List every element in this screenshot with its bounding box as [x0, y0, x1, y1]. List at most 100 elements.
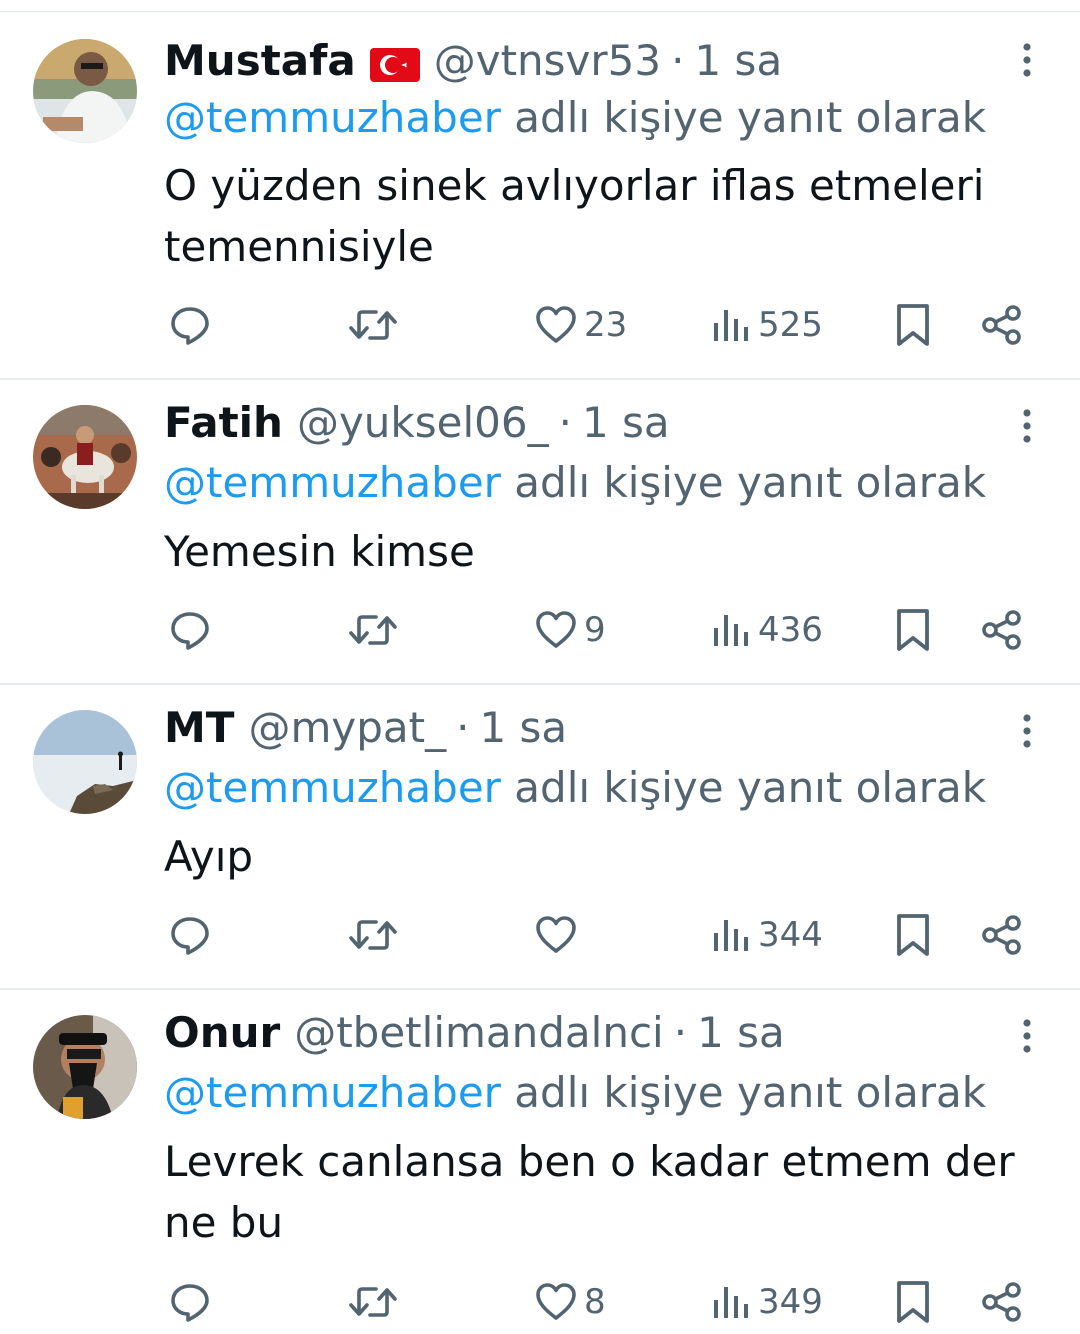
replying-to: @temmuzhaber adlı kişiye yanıt olarak	[164, 88, 986, 148]
retweet-button[interactable]	[348, 1274, 398, 1330]
user-handle[interactable]: @vtnsvr53	[434, 36, 661, 85]
bookmark-icon	[897, 304, 929, 346]
share-button[interactable]	[980, 602, 1024, 658]
view-count: 525	[758, 305, 823, 345]
reply-item[interactable]: MT @mypat_ · 1 sa @temmuzhaber adlı kişi…	[0, 685, 1080, 990]
heart-icon	[536, 306, 576, 343]
separator: ·	[558, 397, 572, 447]
mention-link[interactable]: @temmuzhaber	[164, 93, 501, 142]
action-bar: 23 525	[0, 297, 1080, 353]
reply-text: O yüzden sinek avlıyorlar iflas etmeleri…	[164, 161, 985, 271]
replying-to: @temmuzhaber adlı kişiye yanıt olarak	[164, 453, 986, 513]
views-icon	[714, 1287, 748, 1318]
like-button[interactable]: 9	[534, 602, 606, 658]
bookmark-icon	[897, 914, 929, 956]
display-name[interactable]: Mustafa	[164, 36, 356, 85]
retweet-icon	[349, 615, 397, 645]
views-button[interactable]: 436	[712, 602, 823, 658]
like-count: 23	[584, 305, 628, 345]
bookmark-button[interactable]	[894, 602, 932, 658]
share-button[interactable]	[980, 1274, 1024, 1330]
retweet-button[interactable]	[348, 297, 398, 353]
mention-link[interactable]: @temmuzhaber	[164, 458, 501, 507]
reply-icon	[171, 307, 209, 345]
reply-button[interactable]	[168, 602, 212, 658]
replying-to-label: adlı kişiye yanıt olarak	[514, 93, 987, 142]
separator: ·	[673, 1007, 688, 1057]
bookmark-button[interactable]	[894, 1274, 932, 1330]
timestamp[interactable]: 1 sa	[479, 703, 567, 752]
avatar-image	[33, 710, 137, 814]
retweet-button[interactable]	[348, 907, 398, 963]
more-vertical-icon	[1023, 409, 1031, 443]
display-name[interactable]: Onur	[164, 1008, 280, 1057]
reply-item[interactable]: Onur @tbetlimandalnci · 1 sa @temmuzhabe…	[0, 990, 1080, 1334]
reply-header: Fatih @yuksel06_ · 1 sa	[164, 392, 670, 452]
more-options-button[interactable]	[1012, 711, 1042, 751]
reply-item[interactable]: Fatih @yuksel06_ · 1 sa @temmuzhaber adl…	[0, 380, 1080, 685]
retweet-button[interactable]	[348, 602, 398, 658]
more-options-button[interactable]	[1012, 406, 1042, 446]
separator: ·	[671, 35, 685, 85]
view-count: 349	[758, 1282, 823, 1322]
reply-button[interactable]	[168, 297, 212, 353]
separator: ·	[456, 702, 470, 752]
more-options-button[interactable]	[1012, 40, 1042, 80]
retweet-icon	[349, 1287, 397, 1317]
reply-text: Ayıp	[164, 832, 254, 881]
user-handle[interactable]: @tbetlimandalnci	[294, 1008, 664, 1057]
reply-text: Yemesin kimse	[164, 527, 475, 576]
display-name[interactable]: MT	[164, 703, 234, 752]
reply-icon	[171, 917, 209, 955]
user-handle[interactable]: @mypat_	[248, 703, 446, 752]
heart-icon	[536, 1283, 576, 1320]
retweet-icon	[349, 310, 397, 340]
timestamp[interactable]: 1 sa	[697, 1008, 785, 1057]
reply-icon	[171, 1284, 209, 1322]
more-options-button[interactable]	[1012, 1016, 1042, 1056]
mention-link[interactable]: @temmuzhaber	[164, 763, 501, 812]
avatar[interactable]	[33, 405, 137, 509]
bookmark-button[interactable]	[894, 297, 932, 353]
avatar[interactable]	[33, 1015, 137, 1119]
timestamp[interactable]: 1 sa	[582, 398, 670, 447]
reply-item[interactable]: Mustafa @vtnsvr53 · 1 sa @temmuzhaber ad…	[0, 12, 1080, 380]
replying-to: @temmuzhaber adlı kişiye yanıt olarak	[164, 1063, 986, 1123]
action-bar: 344	[0, 907, 1080, 963]
mention-link[interactable]: @temmuzhaber	[164, 1068, 501, 1117]
views-icon	[714, 615, 748, 646]
share-icon	[982, 610, 1021, 650]
view-count: 436	[758, 610, 823, 650]
like-button[interactable]: 23	[534, 297, 627, 353]
replying-to-label: adlı kişiye yanıt olarak	[514, 763, 987, 812]
timestamp[interactable]: 1 sa	[694, 36, 782, 85]
share-icon	[982, 305, 1021, 345]
share-button[interactable]	[980, 907, 1024, 963]
like-button[interactable]	[534, 907, 584, 963]
share-button[interactable]	[980, 297, 1024, 353]
share-icon	[982, 915, 1021, 955]
views-button[interactable]: 349	[712, 1274, 823, 1330]
turkey-flag-icon	[369, 43, 420, 82]
replying-to: @temmuzhaber adlı kişiye yanıt olarak	[164, 758, 986, 818]
like-count: 8	[584, 1282, 606, 1322]
reply-icon	[171, 612, 209, 650]
reply-text: Levrek canlansa ben o kadar etmem der ne…	[164, 1137, 1015, 1247]
avatar[interactable]	[33, 710, 137, 814]
views-button[interactable]: 344	[712, 907, 823, 963]
avatar[interactable]	[33, 39, 137, 143]
avatar-image	[33, 405, 137, 509]
more-vertical-icon	[1023, 714, 1031, 748]
bookmark-button[interactable]	[894, 907, 932, 963]
reply-button[interactable]	[168, 907, 212, 963]
views-button[interactable]: 525	[712, 297, 823, 353]
reply-button[interactable]	[168, 1274, 212, 1330]
reply-header: Mustafa @vtnsvr53 · 1 sa	[164, 30, 782, 90]
replying-to-label: adlı kişiye yanıt olarak	[514, 458, 987, 507]
more-vertical-icon	[1023, 1019, 1031, 1053]
like-button[interactable]: 8	[534, 1274, 606, 1330]
like-count: 9	[584, 610, 606, 650]
user-handle[interactable]: @yuksel06_	[297, 398, 549, 447]
bookmark-icon	[897, 1281, 929, 1323]
display-name[interactable]: Fatih	[164, 398, 283, 447]
